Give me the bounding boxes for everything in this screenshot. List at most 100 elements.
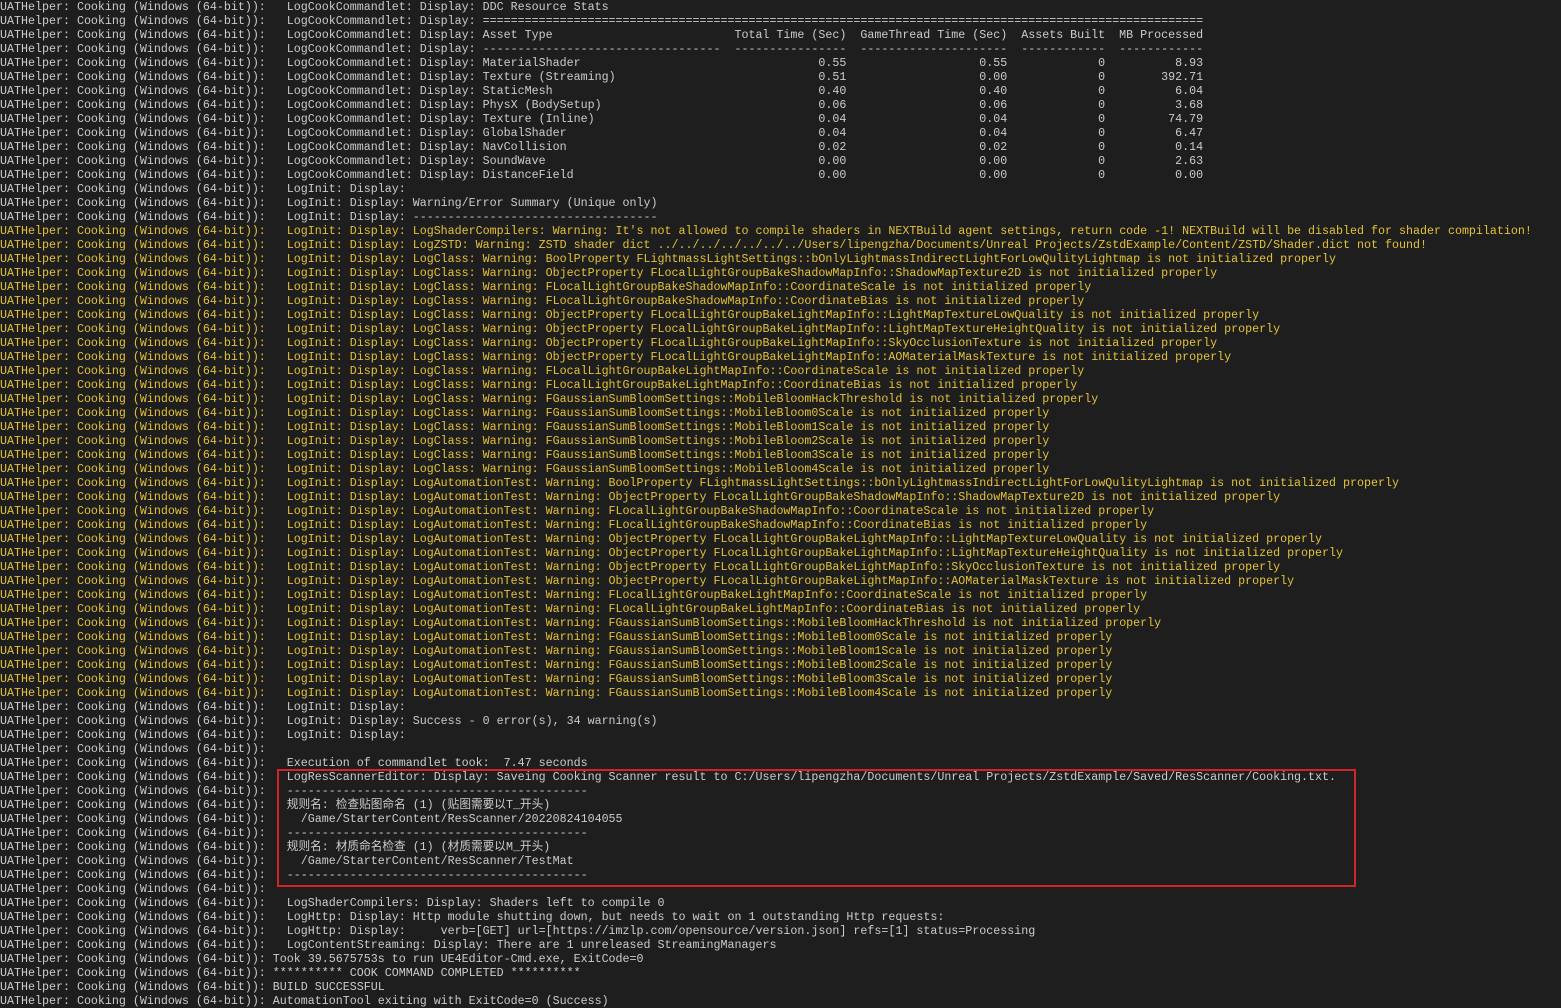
table-cell: 74.79	[1168, 112, 1204, 126]
table-cell: NavCollision	[482, 140, 567, 154]
log-message: LogInit: Display: LogAutomationTest: War…	[265, 574, 1295, 588]
log-prefix: UATHelper: Cooking (Windows (64-bit)):	[0, 840, 266, 854]
log-line-warning: UATHelper: Cooking (Windows (64-bit)): L…	[0, 672, 1561, 686]
log-prefix: UATHelper: Cooking (Windows (64-bit)):	[0, 154, 266, 168]
log-line-warning: UATHelper: Cooking (Windows (64-bit)): L…	[0, 392, 1561, 406]
log-prefix: UATHelper: Cooking (Windows (64-bit)):	[0, 84, 266, 98]
table-cell: 0.14	[1175, 140, 1204, 154]
log-message: LogInit: Display: LogClass: Warning: Obj…	[265, 350, 1232, 364]
log-message: ----------------------------------------…	[265, 868, 588, 882]
log-prefix: UATHelper: Cooking (Windows (64-bit)):	[0, 70, 266, 84]
log-message: LogInit: Display:	[265, 728, 406, 742]
table-cell: Asset Type	[482, 28, 553, 42]
table-cell: 0.51	[818, 70, 847, 84]
log-prefix: UATHelper: Cooking (Windows (64-bit)):	[0, 560, 266, 574]
log-message: LogInit: Display: LogClass: Warning: Obj…	[265, 266, 1218, 280]
table-cell: 0	[1098, 70, 1106, 84]
log-prefix: UATHelper: Cooking (Windows (64-bit)):	[0, 238, 266, 252]
log-message: Execution of commandlet took: 7.47 secon…	[265, 756, 588, 770]
log-message: LogInit: Display: LogClass: Warning: Obj…	[265, 322, 1281, 336]
table-cell: Assets Built	[1021, 28, 1106, 42]
log-prefix: UATHelper: Cooking (Windows (64-bit)):	[0, 574, 266, 588]
log-line-warning: UATHelper: Cooking (Windows (64-bit)): L…	[0, 252, 1561, 266]
log-prefix: UATHelper: Cooking (Windows (64-bit)):	[0, 224, 266, 238]
log-message: LogInit: Display: LogAutomationTest: War…	[265, 644, 1113, 658]
table-cell: SoundWave	[482, 154, 546, 168]
log-line-warning: UATHelper: Cooking (Windows (64-bit)): L…	[0, 448, 1561, 462]
log-message: LogInit: Display: LogClass: Warning: FLo…	[265, 294, 1085, 308]
log-message: LogInit: Display: Warning/Error Summary …	[265, 196, 658, 210]
table-cell: 0.55	[818, 56, 847, 70]
log-prefix: UATHelper: Cooking (Windows (64-bit)):	[0, 112, 266, 126]
log-prefix: UATHelper: Cooking (Windows (64-bit)):	[0, 728, 266, 742]
table-cell: MaterialShader	[482, 56, 581, 70]
table-cell: 0.04	[818, 112, 847, 126]
log-prefix: UATHelper: Cooking (Windows (64-bit)):	[0, 938, 266, 952]
log-message: LogInit: Display: LogAutomationTest: War…	[265, 490, 1281, 504]
log-message: LogInit: Display: LogClass: Warning: FGa…	[265, 434, 1050, 448]
log-message: /Game/StarterContent/ResScanner/20220824…	[265, 812, 623, 826]
log-message: ********** COOK COMMAND COMPLETED ******…	[265, 966, 581, 980]
table-cell: 392.71	[1161, 70, 1204, 84]
log-message: LogShaderCompilers: Display: Shaders lef…	[265, 896, 665, 910]
log-prefix: UATHelper: Cooking (Windows (64-bit)):	[0, 980, 266, 994]
log-message: ----------------------------------------…	[265, 784, 588, 798]
log-message: LogCookCommandlet: Display: ============…	[265, 14, 1204, 28]
log-line-warning: UATHelper: Cooking (Windows (64-bit)): L…	[0, 644, 1561, 658]
table-cell: 0	[1098, 98, 1106, 112]
log-line-warning: UATHelper: Cooking (Windows (64-bit)): L…	[0, 350, 1561, 364]
log-message: LogInit: Display: LogClass: Warning: Obj…	[265, 336, 1218, 350]
log-message: LogInit: Display: LogClass: Warning: FGa…	[265, 462, 1050, 476]
log-line: UATHelper: Cooking (Windows (64-bit)): -…	[0, 868, 1561, 882]
log-line-warning: UATHelper: Cooking (Windows (64-bit)): L…	[0, 280, 1561, 294]
log-prefix: UATHelper: Cooking (Windows (64-bit)):	[0, 364, 266, 378]
log-message: LogInit: Display: LogAutomationTest: War…	[265, 602, 1141, 616]
log-message: LogInit: Display: LogAutomationTest: War…	[265, 616, 1162, 630]
table-cell: Total Time (Sec)	[734, 28, 847, 42]
log-line-warning: UATHelper: Cooking (Windows (64-bit)): L…	[0, 574, 1561, 588]
log-line-warning: UATHelper: Cooking (Windows (64-bit)): L…	[0, 462, 1561, 476]
log-message: LogInit: Display: LogClass: Warning: FGa…	[265, 448, 1050, 462]
table-cell: 3.68	[1175, 98, 1204, 112]
log-prefix: UATHelper: Cooking (Windows (64-bit)):	[0, 924, 266, 938]
console-output[interactable]: UATHelper: Cooking (Windows (64-bit)): L…	[0, 0, 1561, 1008]
log-line: UATHelper: Cooking (Windows (64-bit)): L…	[0, 728, 1561, 742]
log-prefix: UATHelper: Cooking (Windows (64-bit)):	[0, 798, 266, 812]
log-prefix: UATHelper: Cooking (Windows (64-bit)):	[0, 490, 266, 504]
log-line-warning: UATHelper: Cooking (Windows (64-bit)): L…	[0, 406, 1561, 420]
log-message: LogCookCommandlet: Display: DDC Resource…	[265, 0, 609, 14]
log-line: UATHelper: Cooking (Windows (64-bit)): L…	[0, 182, 1561, 196]
table-cell: 0.04	[979, 112, 1008, 126]
log-prefix: UATHelper: Cooking (Windows (64-bit)):	[0, 140, 266, 154]
log-message: LogCookCommandlet: Display:	[265, 112, 483, 126]
table-cell: 0.00	[979, 70, 1008, 84]
log-message: LogInit: Display: LogAutomationTest: War…	[265, 630, 1113, 644]
log-message: LogInit: Display:	[265, 182, 406, 196]
log-line: UATHelper: Cooking (Windows (64-bit)): L…	[0, 910, 1561, 924]
table-cell: 0.00	[979, 168, 1008, 182]
log-line-warning: UATHelper: Cooking (Windows (64-bit)): L…	[0, 378, 1561, 392]
log-line: UATHelper: Cooking (Windows (64-bit)): L…	[0, 14, 1561, 28]
log-message: LogInit: Display: LogClass: Warning: Obj…	[265, 308, 1260, 322]
table-cell: 0	[1098, 126, 1106, 140]
log-message: LogInit: Display: LogAutomationTest: War…	[265, 560, 1281, 574]
table-row: UATHelper: Cooking (Windows (64-bit)): L…	[0, 168, 1561, 182]
log-line: UATHelper: Cooking (Windows (64-bit)): A…	[0, 994, 1561, 1008]
table-cell: ----------------	[734, 42, 847, 56]
log-message: LogInit: Display: LogAutomationTest: War…	[265, 686, 1113, 700]
table-row: UATHelper: Cooking (Windows (64-bit)): L…	[0, 126, 1561, 140]
log-prefix: UATHelper: Cooking (Windows (64-bit)):	[0, 686, 266, 700]
table-cell: GlobalShader	[482, 126, 567, 140]
log-prefix: UATHelper: Cooking (Windows (64-bit)):	[0, 182, 266, 196]
log-prefix: UATHelper: Cooking (Windows (64-bit)):	[0, 98, 266, 112]
log-prefix: UATHelper: Cooking (Windows (64-bit)):	[0, 546, 266, 560]
log-message: LogResScannerEditor: Display: Saveing Co…	[265, 770, 1337, 784]
table-cell: 0.00	[979, 154, 1008, 168]
table-cell: 0.00	[818, 154, 847, 168]
log-line: UATHelper: Cooking (Windows (64-bit)): L…	[0, 938, 1561, 952]
log-prefix: UATHelper: Cooking (Windows (64-bit)):	[0, 826, 266, 840]
log-prefix: UATHelper: Cooking (Windows (64-bit)):	[0, 210, 266, 224]
table-cell: 2.63	[1175, 154, 1204, 168]
log-line-warning: UATHelper: Cooking (Windows (64-bit)): L…	[0, 532, 1561, 546]
log-prefix: UATHelper: Cooking (Windows (64-bit)):	[0, 392, 266, 406]
